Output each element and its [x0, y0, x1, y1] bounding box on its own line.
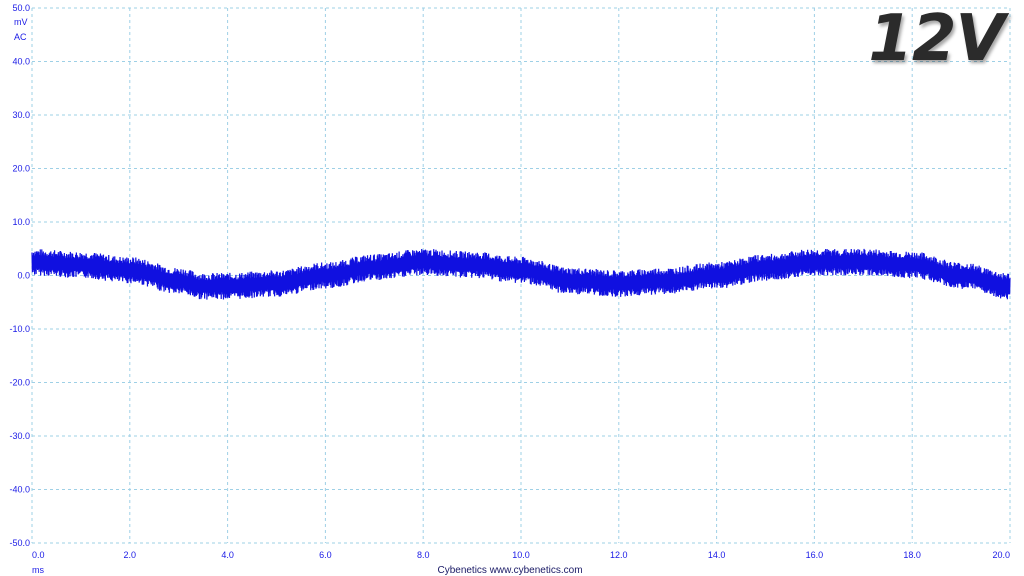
x-tick-label: 10.0 [512, 550, 530, 560]
x-tick-label: 12.0 [610, 550, 628, 560]
credit-text: Cybenetics www.cybenetics.com [437, 565, 582, 576]
x-unit-label: ms [32, 565, 44, 575]
y-tick-label: 50.0 [12, 3, 30, 13]
x-tick-label: 14.0 [708, 550, 726, 560]
y-unit-label: mV [14, 17, 28, 27]
x-tick-label: 20.0 [992, 550, 1010, 560]
y-axis-tick-labels: 50.0 40.0 30.0 20.0 10.0 0.0 -10.0 -20.0 -30.0 -4… [9, 3, 30, 548]
y-tick-label: -50.0 [9, 538, 30, 548]
x-axis-tick-labels: 0.0 2.0 4.0 6.0 8.0 10.0 12.0 14.0 16.0 18.0 20.0 [32, 550, 1010, 560]
x-tick-label: 18.0 [903, 550, 921, 560]
rail-badge: 12V [868, 2, 1005, 76]
y-coupling-label: AC [14, 32, 27, 42]
y-tick-label: -20.0 [9, 378, 30, 388]
y-tick-label: -10.0 [9, 324, 30, 334]
y-tick-label: 40.0 [12, 57, 30, 67]
y-tick-label: 0.0 [17, 271, 30, 281]
y-tick-label: 10.0 [12, 217, 30, 227]
x-tick-label: 4.0 [221, 550, 234, 560]
y-tick-label: -30.0 [9, 431, 30, 441]
y-tick-label: 20.0 [12, 164, 30, 174]
x-tick-label: 16.0 [806, 550, 824, 560]
x-tick-label: 0.0 [32, 550, 45, 560]
x-tick-label: 2.0 [124, 550, 137, 560]
oscilloscope-plot: 50.0 40.0 30.0 20.0 10.0 0.0 -10.0 -20.0 -30.0 -4… [9, 3, 1011, 576]
y-tick-label: 30.0 [12, 110, 30, 120]
x-tick-label: 8.0 [417, 550, 430, 560]
x-tick-label: 6.0 [319, 550, 332, 560]
y-tick-label: -40.0 [9, 485, 30, 495]
